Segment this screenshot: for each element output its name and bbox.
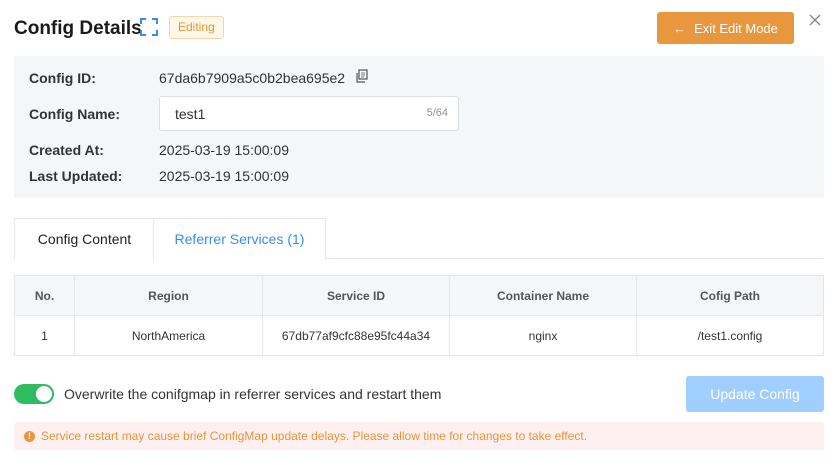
created-at-value: 2025-03-19 15:00:09 (159, 142, 289, 158)
tab-config-content[interactable]: Config Content (14, 218, 154, 259)
overwrite-toggle-label: Overwrite the conifgmap in referrer serv… (64, 386, 442, 402)
dialog-header: Config Details Editing ← Exit Edit Mode (14, 12, 822, 44)
warning-text: Service restart may cause brief ConfigMa… (41, 429, 588, 443)
config-name-field-wrapper: 5/64 (159, 96, 459, 131)
referrer-services-table: No. Region Service ID Container Name Cof… (14, 275, 824, 356)
expand-icon[interactable] (140, 18, 158, 36)
config-id-label: Config ID: (29, 70, 96, 86)
last-updated-label: Last Updated: (29, 168, 123, 184)
last-updated-value: 2025-03-19 15:00:09 (159, 168, 289, 184)
cell-region: NorthAmerica (75, 316, 263, 355)
overwrite-toggle[interactable] (14, 384, 54, 404)
exit-edit-mode-button[interactable]: ← Exit Edit Mode (657, 12, 794, 44)
config-name-label: Config Name: (29, 106, 120, 122)
config-name-char-count: 5/64 (426, 107, 448, 119)
config-id-value: 67da6b7909a5c0b2bea695e2 (159, 70, 346, 86)
status-badge: Editing (169, 16, 224, 39)
table-header: No. Region Service ID Container Name Cof… (15, 276, 823, 316)
page-title: Config Details (14, 18, 142, 39)
exit-edit-mode-label: Exit Edit Mode (694, 20, 778, 36)
column-header-config-path: Cofig Path (700, 288, 760, 303)
cell-service-id: 67db77af9cfc88e95fc44a34 (263, 316, 450, 355)
column-header-container-name: Container Name (450, 276, 637, 315)
update-config-button[interactable]: Update Config (686, 376, 824, 412)
copy-icon[interactable] (355, 69, 369, 83)
arrow-left-icon: ← (673, 20, 687, 36)
cell-no: 1 (15, 316, 75, 355)
cell-container-name: nginx (450, 316, 637, 355)
warning-banner: ! Service restart may cause brief Config… (14, 422, 824, 450)
column-header-no: No. (15, 276, 75, 315)
created-at-label: Created At: (29, 142, 104, 158)
warning-icon: ! (24, 430, 35, 442)
close-icon[interactable] (808, 13, 822, 27)
config-info-panel: Config ID: 67da6b7909a5c0b2bea695e2 Conf… (14, 56, 824, 198)
toggle-knob (36, 386, 52, 402)
config-name-input[interactable] (160, 97, 410, 130)
tab-referrer-services[interactable]: Referrer Services (1) (153, 218, 326, 260)
table-row: 1 NorthAmerica 67db77af9cfc88e95fc44a34 … (15, 316, 823, 355)
column-header-service-id: Service ID (263, 276, 450, 315)
cell-config-path: /test1.config (697, 328, 763, 343)
column-header-region: Region (75, 276, 263, 315)
tab-bar: Config Content Referrer Services (1) (14, 218, 824, 260)
